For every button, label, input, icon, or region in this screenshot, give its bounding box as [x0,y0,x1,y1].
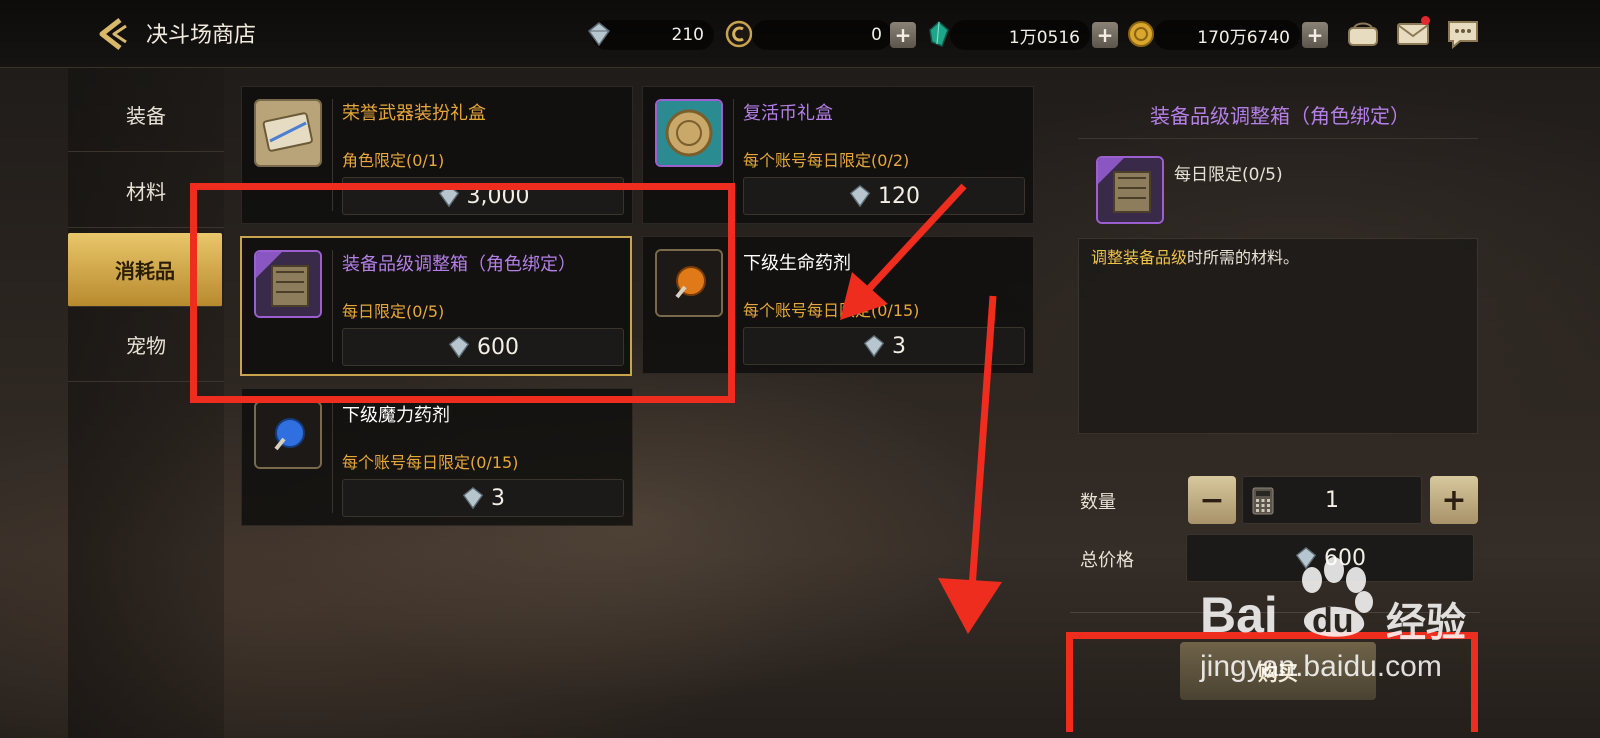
item-name: 下级魔力药剂 [342,405,450,426]
diamond-gem-icon [863,334,885,358]
description-text: 时所需的材料。 [1187,248,1300,267]
diamond-gem-icon [448,335,470,359]
currency-crystal: 1万0516 [950,20,1090,50]
quantity-label: 数量 [1080,492,1116,513]
currency-coin: 0 [752,20,892,50]
item-card-revival-coin[interactable]: 复活币礼盒 每个账号每日限定(0/2) 120 [642,86,1034,224]
item-card-weapon-chest[interactable]: 荣誉武器装扮礼盒 角色限定(0/1) 3,000 [241,86,633,224]
grade-adjust-box-icon [254,250,322,318]
buy-divider [1070,612,1480,613]
diamond-gem-icon [849,184,871,208]
watermark-cn: 经验 [1386,601,1466,645]
item-price-value: 600 [477,334,519,360]
detail-divider [1078,138,1478,139]
quantity-minus-button[interactable]: − [1188,476,1236,524]
grade-adjust-box-icon [1096,156,1164,224]
currency-crystal-value: 1万0516 [1008,27,1080,48]
gold-coin-icon [1126,19,1156,49]
tab-materials[interactable]: 材料 [68,154,224,228]
mail-icon[interactable] [1394,16,1432,52]
item-price-value: 120 [878,183,920,209]
item-limit: 每个账号每日限定(0/2) [743,151,910,170]
add-gold-button[interactable]: + [1302,22,1328,48]
total-price-label: 总价格 [1080,550,1134,571]
item-price: 600 [342,328,624,366]
diamond-gem-icon [438,184,459,208]
weapon-chest-icon [254,99,322,167]
tab-pets[interactable]: 宠物 [68,308,224,382]
currency-gold-value: 170万6740 [1197,27,1290,48]
detail-limit: 每日限定(0/5) [1174,165,1283,185]
quantity-value: 1 [1325,487,1339,513]
item-price: 120 [743,177,1025,215]
hp-potion-icon [655,249,723,317]
back-button[interactable] [92,14,132,54]
item-price: 3 [743,327,1025,365]
item-card-grade-adjust-box[interactable]: 装备品级调整箱（角色绑定） 每日限定(0/5) 600 [240,236,632,376]
quantity-input[interactable]: 1 [1242,476,1422,524]
item-name: 复活币礼盒 [743,103,833,124]
item-price-value: 3 [892,333,906,359]
item-limit: 每个账号每日限定(0/15) [342,453,519,472]
tab-consumables[interactable]: 消耗品 [68,233,222,307]
diamond-gem-icon [584,19,614,49]
item-name: 荣誉武器装扮礼盒 [342,103,486,124]
quantity-plus-button[interactable]: + [1430,476,1478,524]
item-price: 3,000 [342,177,624,215]
mail-notification-dot [1421,16,1430,25]
watermark-brand: Bai [1200,587,1278,643]
calculator-icon[interactable] [1251,487,1275,515]
description-highlight: 调整装备品级 [1091,248,1188,267]
item-name: 下级生命药剂 [743,253,851,274]
back-arrow-icon [99,18,127,50]
diamond-gem-icon [462,486,484,510]
watermark-brand-2: du [1312,602,1354,640]
page-title: 决斗场商店 [146,23,257,48]
detail-title: 装备品级调整箱（角色绑定） [1150,104,1410,128]
mp-potion-icon [254,401,322,469]
category-sidebar: 装备 材料 消耗品 宠物 [68,68,224,738]
item-description: 调整装备品级时所需的材料。 [1078,238,1478,434]
total-price-value: 600 [1324,545,1366,571]
item-name: 装备品级调整箱（角色绑定） [342,254,576,275]
revival-coin-icon [655,99,723,167]
item-price-value: 3,000 [466,183,530,209]
tab-equipment[interactable]: 装备 [68,78,224,152]
total-price: 600 [1186,534,1474,582]
currency-diamond-value: 210 [671,25,704,45]
item-limit: 每日限定(0/5) [342,302,445,321]
add-coin-button[interactable]: + [890,22,916,48]
buy-button[interactable]: 购买 [1180,642,1376,700]
diamond-gem-icon [1295,546,1317,570]
coin-c-icon [724,19,754,49]
top-bar: 决斗场商店 210 0 + 1万0516 + 170万6740 + [0,0,1600,68]
chat-icon[interactable] [1444,16,1482,52]
wallet-icon[interactable] [1344,16,1382,52]
item-limit: 角色限定(0/1) [342,151,445,170]
item-limit: 每个账号每日限定(0/15) [743,301,920,320]
item-card-mp-potion[interactable]: 下级魔力药剂 每个账号每日限定(0/15) 3 [241,388,633,526]
item-price-value: 3 [491,485,505,511]
currency-coin-value: 0 [871,25,882,45]
add-crystal-button[interactable]: + [1092,22,1118,48]
currency-gold: 170万6740 [1154,20,1300,50]
item-price: 3 [342,479,624,517]
item-card-hp-potion[interactable]: 下级生命药剂 每个账号每日限定(0/15) 3 [642,236,1034,374]
